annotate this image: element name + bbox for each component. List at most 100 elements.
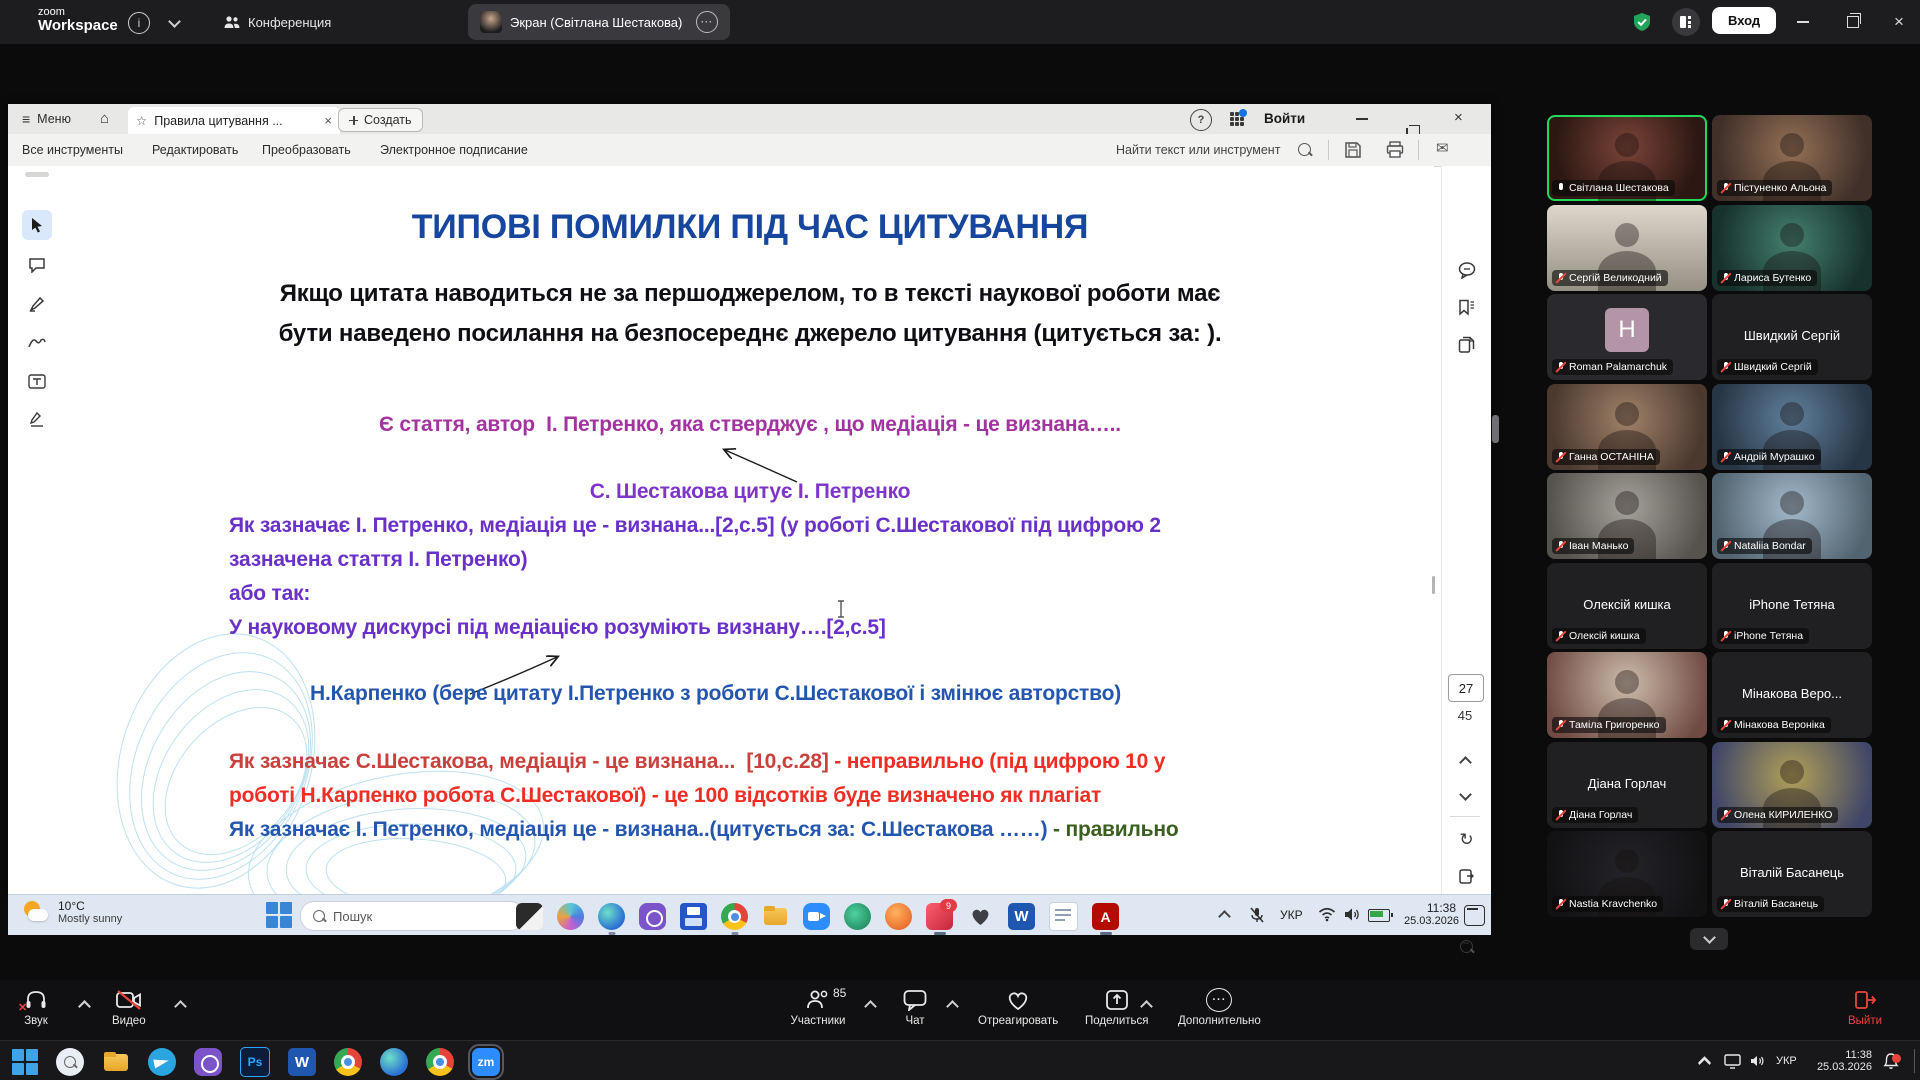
chrome-icon[interactable]: [334, 1048, 362, 1076]
document-tab[interactable]: ☆ Правила цитування ... ×: [128, 107, 340, 134]
tab-more-icon[interactable]: ···: [696, 11, 718, 33]
save-icon[interactable]: [1344, 141, 1362, 159]
viber-icon[interactable]: [639, 903, 666, 930]
stage-scrollbar-thumb[interactable]: [1492, 415, 1499, 443]
info-icon[interactable]: i: [128, 12, 150, 34]
photoshop-icon[interactable]: Ps: [240, 1047, 270, 1077]
sign-in-button[interactable]: Вход: [1712, 7, 1777, 34]
participants-options-chevron[interactable]: [864, 1000, 877, 1013]
restore-button[interactable]: .winbtn .restore::before{border-color:#d…: [1838, 7, 1868, 37]
video-options-chevron[interactable]: [174, 1000, 187, 1013]
convert-menu[interactable]: Преобразовать: [262, 143, 351, 157]
star-icon[interactable]: ☆: [136, 113, 147, 128]
all-tools-menu[interactable]: Все инструменты: [22, 143, 123, 157]
current-page-input[interactable]: 27: [1448, 674, 1484, 702]
notepad-icon[interactable]: [1049, 902, 1078, 931]
start-button[interactable]: [12, 1049, 38, 1075]
participant-tile[interactable]: Діана Горлач Діана Горлач: [1547, 742, 1707, 828]
chrome-profile-icon[interactable]: [426, 1048, 454, 1076]
gallery-scroll-down-button[interactable]: [1690, 928, 1728, 950]
comments-panel-icon[interactable]: [1453, 256, 1481, 284]
leave-button[interactable]: Выйти: [1848, 988, 1882, 1027]
participant-tile[interactable]: Nataliia Bondar: [1712, 473, 1872, 559]
audio-button[interactable]: ✕ Звук: [18, 988, 48, 1027]
fill-sign-tool-icon[interactable]: [22, 405, 52, 435]
participant-tile[interactable]: Таміла Григоренко: [1547, 652, 1707, 738]
language-indicator[interactable]: УКР: [1776, 1055, 1797, 1067]
mail-icon[interactable]: ✉: [1436, 139, 1449, 157]
participant-tile[interactable]: Іван Манько: [1547, 473, 1707, 559]
mic-muted-tray-icon[interactable]: [1248, 906, 1266, 924]
task-view-icon[interactable]: [516, 903, 543, 930]
close-button[interactable]: ×: [1884, 7, 1914, 37]
participant-tile[interactable]: Світлана Шестакова: [1547, 115, 1707, 201]
save-app-icon[interactable]: [680, 903, 707, 930]
highlight-tool-icon[interactable]: [22, 289, 52, 319]
react-button[interactable]: Отреагировать: [978, 988, 1058, 1027]
refresh-icon[interactable]: ↻: [1453, 826, 1481, 854]
text-box-tool-icon[interactable]: [22, 366, 52, 396]
draw-tool-icon[interactable]: [22, 327, 52, 357]
language-indicator[interactable]: УКР: [1280, 908, 1303, 922]
create-button[interactable]: Создать: [338, 108, 423, 132]
zoom-app-icon-active[interactable]: zm: [468, 1044, 504, 1080]
start-button[interactable]: [266, 902, 292, 928]
acrobat-minimize-button[interactable]: [1356, 118, 1368, 120]
menu-button[interactable]: ≡ Меню: [22, 104, 71, 134]
esign-menu[interactable]: Электронное подписание: [380, 143, 528, 157]
acrobat-icon[interactable]: A: [1092, 903, 1119, 935]
document-scrollbar-thumb[interactable]: [1432, 576, 1435, 594]
chrome-icon[interactable]: [721, 903, 748, 935]
next-page-icon[interactable]: [1459, 788, 1472, 801]
copilot-icon[interactable]: [557, 903, 584, 930]
teal-app-icon[interactable]: [844, 903, 871, 930]
participant-tile[interactable]: Nastia Kravchenko: [1547, 831, 1707, 917]
chat-options-chevron[interactable]: [946, 1000, 959, 1013]
search-tools-field[interactable]: Найти текст или инструмент: [1116, 143, 1280, 157]
edit-menu[interactable]: Редактировать: [152, 143, 238, 157]
minimize-button[interactable]: [1788, 7, 1818, 37]
show-desktop-button[interactable]: [1914, 1049, 1915, 1073]
apps-layout-icon[interactable]: [1672, 8, 1700, 36]
participant-tile[interactable]: Мінакова Веро... Мінакова Вероніка: [1712, 652, 1872, 738]
audio-options-chevron[interactable]: [78, 1000, 91, 1013]
speaker-tray-icon[interactable]: [1750, 1054, 1765, 1068]
participant-tile[interactable]: Ганна ОСТАНІНА: [1547, 384, 1707, 470]
participant-tile[interactable]: Пістуненко Альона: [1712, 115, 1872, 201]
comment-tool-icon[interactable]: [22, 250, 52, 280]
home-icon[interactable]: ⌂: [100, 110, 109, 127]
participant-tile[interactable]: Віталій Басанець Віталій Басанець: [1712, 831, 1872, 917]
shared-clock[interactable]: 11:38 25.03.2026: [1404, 901, 1459, 927]
zoom-app-icon[interactable]: [803, 903, 830, 930]
participants-button[interactable]: 85 Участники: [778, 986, 858, 1027]
word-icon[interactable]: W: [288, 1048, 316, 1076]
search-icon[interactable]: [1298, 143, 1311, 156]
select-tool-icon[interactable]: [22, 210, 52, 240]
panel-handle[interactable]: [25, 172, 49, 177]
notification-center-icon[interactable]: [1464, 905, 1485, 926]
orange-app-icon[interactable]: [885, 903, 912, 930]
tab-conference[interactable]: Конференция: [212, 4, 343, 40]
participant-tile[interactable]: Олексій кишка Олексій кишка: [1547, 563, 1707, 649]
tray-expand-icon[interactable]: [1218, 910, 1231, 923]
zoom-out-icon[interactable]: −: [1453, 932, 1481, 960]
security-shield-icon[interactable]: [1632, 12, 1652, 32]
pages-panel-icon[interactable]: [1453, 330, 1481, 358]
previous-page-icon[interactable]: [1459, 756, 1472, 769]
more-button[interactable]: ··· Дополнительно: [1178, 988, 1261, 1027]
help-icon[interactable]: ?: [1190, 109, 1212, 131]
word-icon[interactable]: W: [1008, 903, 1035, 930]
edge-icon[interactable]: [380, 1048, 408, 1076]
close-tab-icon[interactable]: ×: [324, 113, 332, 128]
file-explorer-icon[interactable]: [102, 1048, 130, 1076]
participant-tile[interactable]: Швидкий Сергій Швидкий Сергій: [1712, 294, 1872, 380]
viber-icon[interactable]: [194, 1048, 222, 1076]
host-clock[interactable]: 11:38 25.03.2026: [1812, 1049, 1872, 1073]
acrobat-close-button[interactable]: ×: [1454, 109, 1463, 126]
weather-widget[interactable]: 10°C Mostly sunny: [22, 899, 122, 925]
edge-icon[interactable]: [598, 903, 625, 935]
photos-app-icon[interactable]: 9: [926, 899, 957, 935]
wifi-icon[interactable]: [1318, 907, 1336, 922]
speaker-icon[interactable]: [1344, 907, 1360, 922]
health-app-icon[interactable]: [967, 903, 994, 930]
